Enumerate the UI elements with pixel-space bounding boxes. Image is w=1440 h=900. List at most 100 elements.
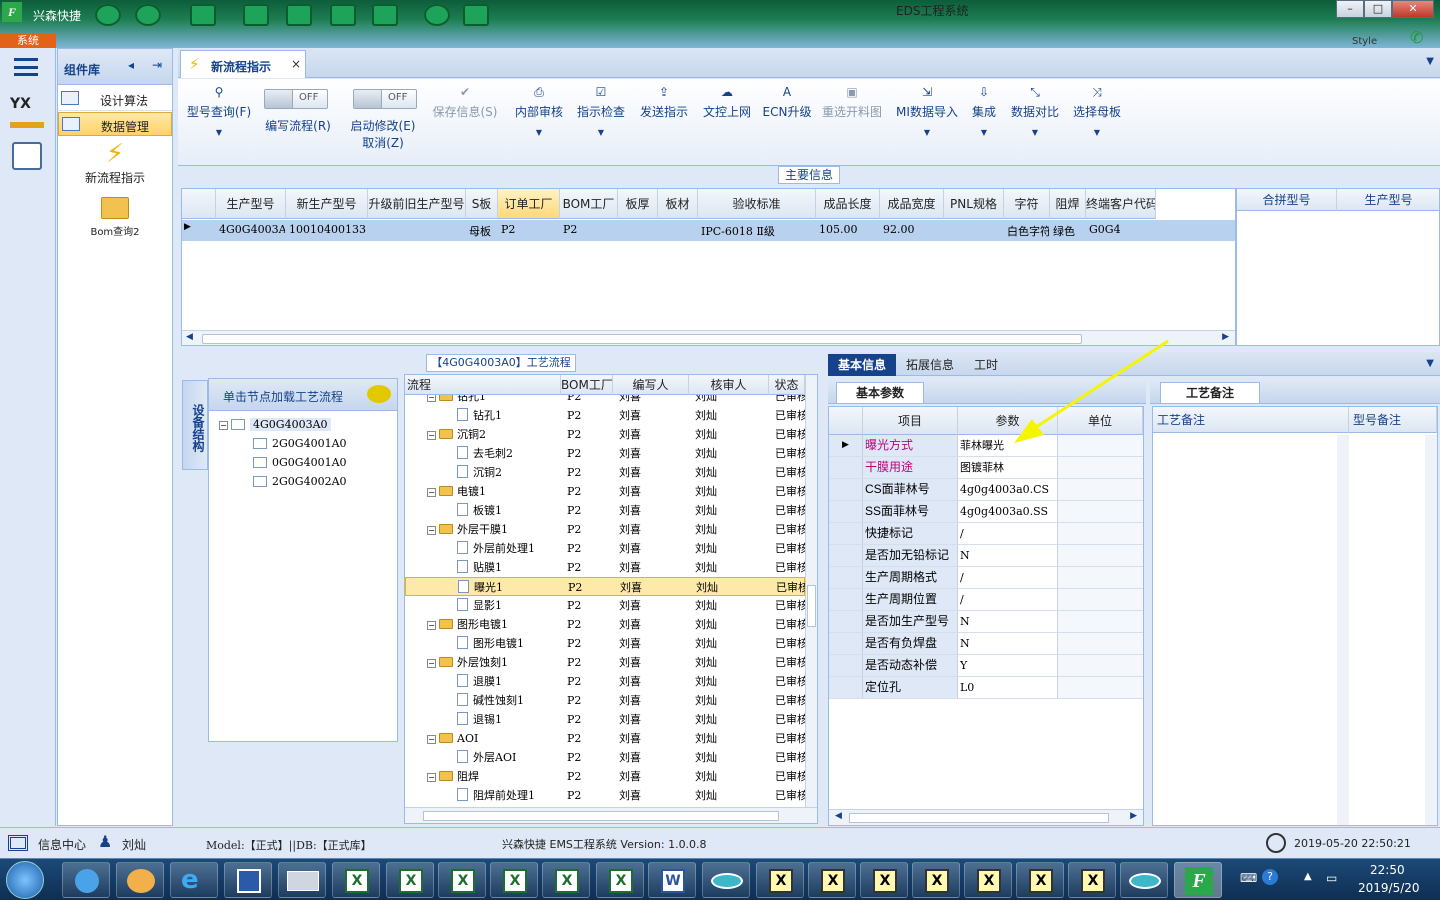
scroll-thumb[interactable] [202,334,1082,344]
process-row[interactable]: 外层AOI P2 刘喜 刘灿 已审核 [405,748,805,767]
collapse-left-icon[interactable]: ◂ [128,58,134,72]
table-cell[interactable]: 白色字符 [1007,223,1049,239]
lifebuoy-icon[interactable] [135,4,161,26]
table-cell[interactable]: 10010400133112 [289,223,367,239]
param-unit[interactable] [1058,567,1143,588]
copy-icon[interactable] [330,4,356,26]
system-tab[interactable]: 系统 [0,33,56,48]
tab-basic-info[interactable]: 基本信息 [828,354,896,376]
scroll-thumb[interactable] [849,813,1109,823]
mi-import-button[interactable]: ⇲ MI数据导入 ▼ [892,85,962,137]
model-notes-scrollbar[interactable] [1425,435,1437,825]
collapse-icon[interactable]: − [427,659,436,668]
tab-menu-icon[interactable]: ▼ [1426,358,1434,369]
process-row[interactable]: 显影1 P2 刘喜 刘灿 已审核 [405,596,805,615]
param-row[interactable]: SS面菲林号 4g0g4003a0.SS [829,501,1143,523]
param-value[interactable]: N [958,633,1058,654]
column-header[interactable]: 验收标准 [698,189,816,219]
taskbar-time[interactable]: 22:50 [1370,863,1405,877]
param-unit[interactable] [1058,655,1143,676]
table-cell[interactable]: 92.00 [883,223,943,239]
collapse-icon[interactable]: − [427,395,436,402]
tree-root[interactable]: − 4G0G4003A0 [219,415,331,434]
param-unit[interactable] [1058,479,1143,500]
collapse-icon[interactable]: − [427,773,436,782]
table-cell[interactable]: P2 [563,223,617,239]
internal-review-button[interactable]: ⎙ 内部审核 ▼ [512,85,566,137]
param-value[interactable]: N [958,611,1058,632]
process-row[interactable]: 碱性蚀刻1 P2 刘喜 刘灿 已审核 [405,691,805,710]
model-notes-textarea[interactable] [1349,435,1437,825]
table-row[interactable]: ▶4G0G4003A010010400133112母板P2P2IPC-6018 … [182,220,1235,241]
process-row[interactable]: 退锡1 P2 刘喜 刘灿 已审核 [405,710,805,729]
param-row[interactable]: 生产周期位置 / [829,589,1143,611]
tab-work-hours[interactable]: 工时 [968,354,1004,376]
style-label[interactable]: Style [1352,36,1377,47]
param-unit[interactable] [1058,633,1143,654]
taskbar-app-scanner[interactable] [278,862,326,898]
column-header[interactable]: 状态 [769,375,805,395]
save-button[interactable]: ✔ 保存信息(S) [430,85,500,120]
column-header[interactable]: 字符 [1004,189,1050,219]
tool-new-flow[interactable]: ⚡ 新流程指示 [58,139,172,189]
table-cell[interactable]: 105.00 [819,223,879,239]
film-icon[interactable] [286,4,312,26]
column-header[interactable]: 编写人 [613,375,689,395]
param-unit[interactable] [1058,457,1143,478]
network-icon[interactable]: ▭ [1326,871,1337,885]
integrate-button[interactable]: ⇩ 集成 ▼ [968,85,1000,137]
collapse-icon[interactable]: − [427,621,436,630]
notes-textarea[interactable] [1153,435,1349,825]
process-row[interactable]: 去毛刺2 P2 刘喜 刘灿 已审核 [405,444,805,463]
param-unit[interactable] [1058,677,1143,698]
taskbar-app-sheet[interactable]: X [808,862,856,898]
minimize-button[interactable]: – [1336,0,1364,18]
chart-icon[interactable] [463,4,489,26]
taskbar-app-excel[interactable]: X [490,862,538,898]
help-icon[interactable]: ? [1262,869,1278,885]
table-cell[interactable] [621,223,657,239]
column-header[interactable]: 成品宽度 [880,189,944,219]
horizontal-scrollbar[interactable]: ◀ ▶ [829,809,1143,825]
phone-icon[interactable]: ✆ [1410,28,1423,47]
table-cell[interactable]: G0G4 [1089,223,1155,239]
process-row[interactable]: 贴膜1 P2 刘喜 刘灿 已审核 [405,558,805,577]
scroll-thumb[interactable] [807,585,816,627]
scissors-icon[interactable] [243,4,269,26]
taskbar-app-save[interactable] [224,862,272,898]
info-center-label[interactable]: 信息中心 [38,836,86,853]
column-header[interactable]: 生产型号 [1337,189,1439,211]
taskbar-app-ie[interactable]: e [170,862,218,898]
column-header[interactable]: 订单工厂 [498,189,560,219]
type-query-button[interactable]: ⚲ 型号查询(F) ▼ [184,85,254,137]
process-row[interactable]: 曝光1 P2 刘喜 刘灿 已审核 [405,577,805,596]
collapse-icon[interactable]: − [427,488,436,497]
param-value[interactable]: 4g0g4003a0.CS [958,479,1058,500]
taskbar-app-excel[interactable]: X [332,862,380,898]
param-value[interactable]: L0 [958,677,1058,698]
table-cell[interactable] [661,223,697,239]
column-header[interactable]: PNL规格 [944,189,1004,219]
reselect-button[interactable]: ▣ 重选开料图 [820,85,884,120]
process-row[interactable]: 退膜1 P2 刘喜 刘灿 已审核 [405,672,805,691]
start-modify-toggle[interactable]: OFF [353,89,417,109]
collapse-icon[interactable]: − [219,421,228,430]
tray-arrow-icon[interactable]: ▲ [1304,871,1312,882]
column-header[interactable]: BOM工厂 [561,375,613,395]
process-row[interactable]: − 沉铜2 P2 刘喜 刘灿 已审核 [405,425,805,444]
taskbar-app-sheet[interactable]: X [1068,862,1116,898]
column-header[interactable]: 工艺备注 [1153,407,1349,433]
load-flow-header[interactable]: 单击节点加载工艺流程 [209,379,397,411]
grid-icon[interactable] [190,4,216,26]
param-row[interactable]: 是否加无铅标记 N [829,545,1143,567]
info-center-icon[interactable] [8,835,28,851]
column-header[interactable]: 阻焊 [1050,189,1086,219]
user-icon[interactable] [424,4,450,26]
column-header[interactable]: 生产型号 [216,189,286,219]
vertical-scrollbar[interactable] [805,375,817,807]
table-cell[interactable]: P2 [501,223,559,239]
process-row[interactable]: 图形电镀1 P2 刘喜 刘灿 已审核 [405,634,805,653]
taskbar-app-shell[interactable] [116,862,164,898]
column-header[interactable]: BOM工厂 [560,189,618,219]
close-button[interactable]: ✕ [1392,0,1434,18]
